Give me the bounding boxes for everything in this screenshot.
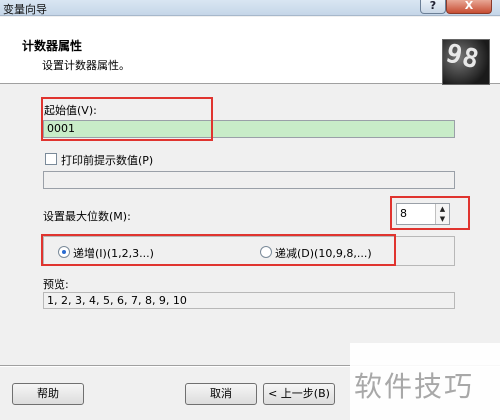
help-icon: ? (429, 0, 437, 12)
window-title: 变量向导 (3, 3, 47, 16)
highlight-max-digits (390, 196, 470, 230)
prompt-checkbox[interactable] (45, 153, 57, 165)
page-subtitle: 设置计数器属性。 (42, 59, 130, 72)
cancel-button[interactable]: 取消 (185, 383, 257, 405)
counter-icon: 98 (442, 39, 490, 85)
help-window-button[interactable]: ? (420, 0, 446, 14)
page-title: 计数器属性 (22, 39, 83, 53)
highlight-direction (41, 234, 396, 266)
preview-box: 1, 2, 3, 4, 5, 6, 7, 8, 9, 10 (43, 292, 455, 309)
close-icon: X (464, 0, 474, 12)
watermark-text: 软件技巧 (354, 370, 475, 403)
close-window-button[interactable]: X (446, 0, 492, 14)
help-button[interactable]: 帮助 (12, 383, 84, 405)
prompt-input[interactable] (43, 171, 455, 189)
max-digits-label: 设置最大位数(M): (43, 210, 131, 223)
prompt-checkbox-label: 打印前提示数值(P) (61, 154, 154, 167)
preview-label: 预览: (43, 278, 69, 291)
back-button[interactable]: < 上一步(B) (263, 383, 335, 405)
highlight-start-value (41, 97, 213, 141)
title-bar: 变量向导 ? X (0, 0, 500, 16)
counter-icon-text: 98 (442, 39, 483, 76)
wizard-header: 计数器属性 设置计数器属性。 98 (0, 17, 500, 85)
